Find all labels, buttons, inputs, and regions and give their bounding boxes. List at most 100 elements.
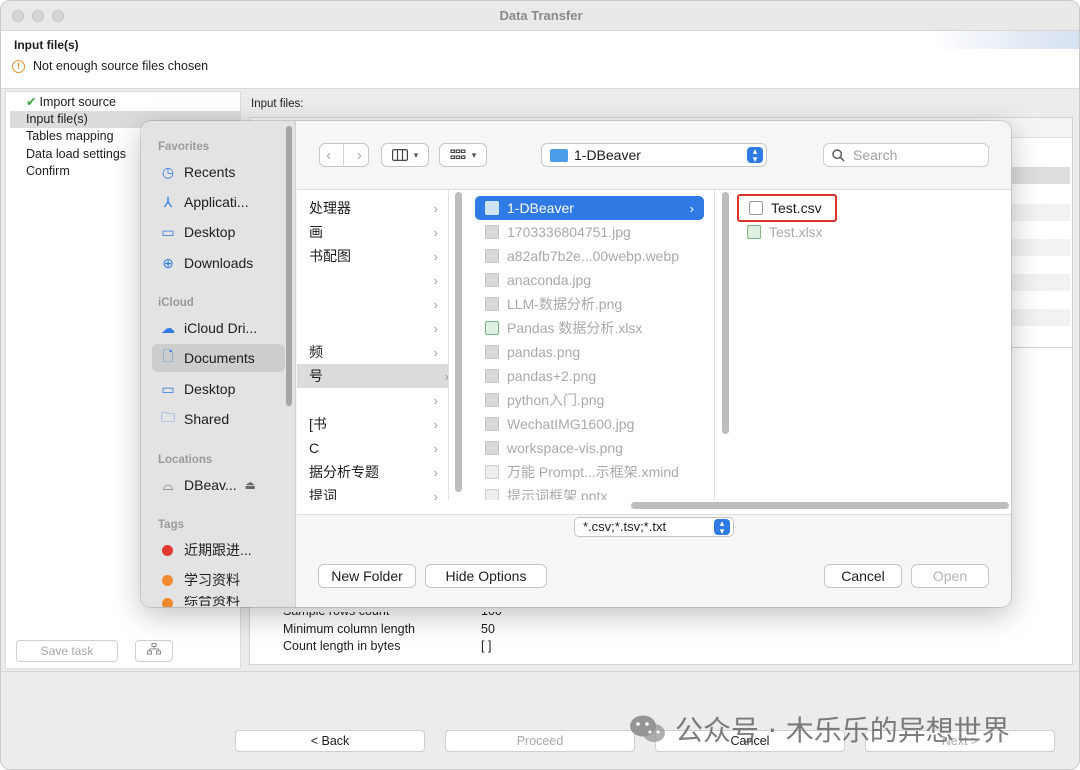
save-task-button[interactable]: Save task: [16, 640, 118, 662]
sidebar-tag[interactable]: 学习资料: [152, 566, 285, 594]
folder-name: 处理器: [309, 200, 351, 216]
folder-list-item[interactable]: 频 ›: [297, 340, 448, 364]
folder-list-item[interactable]: [书 ›: [297, 412, 448, 436]
dialog-cancel-button[interactable]: Cancel: [824, 564, 902, 588]
wechat-logo-icon: [629, 714, 667, 744]
folder-list-item[interactable]: C ›: [297, 436, 448, 460]
file-list-item[interactable]: 1703336804751.jpg: [465, 220, 714, 244]
file-list-item[interactable]: WechatIMG1600.jpg: [465, 412, 714, 436]
file-name: pandas.png: [507, 344, 581, 360]
chevron-right-icon: ›: [433, 392, 438, 408]
watermark: 公众号 · 木乐乐的异想世界: [629, 709, 1010, 749]
column-2-scrollbar[interactable]: [722, 192, 729, 434]
image-file-icon: [485, 393, 499, 407]
tree-icon: [147, 643, 161, 655]
icloud-heading: iCloud: [158, 297, 194, 309]
chevron-left-icon[interactable]: ‹: [326, 147, 331, 164]
folder-list-item[interactable]: ›: [297, 292, 448, 316]
file-list-item[interactable]: 万能 Prompt...示框架.xmind: [465, 460, 714, 484]
new-folder-button[interactable]: New Folder: [318, 564, 416, 588]
up-down-chevron-icon: ▴ ▾: [747, 147, 763, 164]
eject-icon[interactable]: ⏏: [245, 478, 256, 492]
open-button[interactable]: Open: [911, 564, 989, 588]
sidebar-tag[interactable]: 综合资料: [152, 596, 285, 607]
file-list-item[interactable]: workspace-vis.png: [465, 436, 714, 460]
sidebar-item-recents[interactable]: ◷ Recents: [152, 158, 285, 186]
table-row[interactable]: [1012, 204, 1070, 221]
red-tag-icon: [162, 544, 173, 556]
sidebar-item-applications[interactable]: ⅄ Applicati...: [152, 188, 285, 216]
back-forward-buttons[interactable]: ‹ ›: [319, 143, 369, 167]
search-field[interactable]: Search: [823, 143, 989, 167]
file-list-item[interactable]: anaconda.jpg: [465, 268, 714, 292]
column-1-scrollbar[interactable]: [455, 192, 462, 492]
group-by-button[interactable]: ▾: [439, 143, 487, 167]
setting-value[interactable]: 50: [481, 622, 495, 636]
file-list-item[interactable]: 提示词框架.pptx: [465, 484, 714, 500]
step-import-source[interactable]: ✔ Import source: [24, 94, 116, 111]
file-list-item[interactable]: pandas+2.png: [465, 364, 714, 388]
data-transfer-window: Data Transfer Input file(s) ! Not enough…: [0, 0, 1080, 770]
table-row[interactable]: [1012, 309, 1070, 326]
folder-name: 书配图: [309, 248, 351, 264]
sidebar-item-desktop[interactable]: ▭ Desktop: [152, 218, 285, 246]
folder-list-item[interactable]: 书配图 ›: [297, 244, 448, 268]
sidebar-item-downloads[interactable]: ⊕ Downloads: [152, 249, 285, 277]
task-config-button[interactable]: [135, 640, 173, 662]
path-popup[interactable]: 1-DBeaver ▴ ▾: [541, 143, 767, 167]
folder-name: 号: [309, 368, 323, 384]
table-row[interactable]: [1012, 239, 1070, 256]
sidebar-item-icloud-drive[interactable]: ☁ iCloud Dri...: [152, 314, 285, 342]
folder-list-item[interactable]: 号 ›: [297, 364, 448, 388]
sidebar-scrollbar[interactable]: [286, 126, 292, 406]
folder-list-item[interactable]: 处理器 ›: [297, 196, 448, 220]
folder-list-item[interactable]: 1-DBeaver ›: [475, 196, 704, 220]
sidebar-item-documents[interactable]: 🗋 Documents: [152, 344, 285, 372]
setting-checkbox[interactable]: [ ]: [481, 639, 491, 653]
step-tables-mapping[interactable]: Tables mapping: [24, 128, 114, 145]
hide-options-button[interactable]: Hide Options: [425, 564, 547, 588]
view-mode-button[interactable]: ▾: [381, 143, 429, 167]
file-name: LLM-数据分析.png: [507, 296, 623, 312]
table-row[interactable]: [1012, 274, 1070, 291]
step-confirm[interactable]: Confirm: [24, 163, 70, 180]
file-list-item[interactable]: Test.csv: [737, 194, 837, 222]
file-list-item[interactable]: pandas.png: [465, 340, 714, 364]
sidebar-item-icloud-desktop[interactable]: ▭ Desktop: [152, 375, 285, 403]
folder-list-item[interactable]: ›: [297, 316, 448, 340]
table-row[interactable]: [1012, 167, 1070, 184]
folder-list-item[interactable]: ›: [297, 388, 448, 412]
file-name: anaconda.jpg: [507, 272, 592, 288]
image-file-icon: [485, 273, 499, 287]
back-button[interactable]: < Back: [235, 730, 425, 752]
chevron-right-icon: ›: [433, 464, 438, 480]
file-list-item[interactable]: LLM-数据分析.png: [465, 292, 714, 316]
clock-icon: ◷: [161, 163, 175, 180]
folder-list-item[interactable]: 画 ›: [297, 220, 448, 244]
file-list-item[interactable]: Pandas 数据分析.xlsx: [465, 316, 714, 340]
proceed-button[interactable]: Proceed: [445, 730, 635, 752]
folder-list-item[interactable]: 提词 ›: [297, 484, 448, 500]
document-icon: 🗋: [162, 348, 174, 364]
file-list-item[interactable]: a82afb7b2e...00webp.webp: [465, 244, 714, 268]
orange-tag-icon: [162, 598, 173, 607]
image-file-icon: [485, 249, 499, 263]
file-list-item[interactable]: Test.xlsx: [731, 220, 1011, 244]
file-type-filter[interactable]: *.csv;*.tsv;*.txt ▴ ▾: [574, 517, 734, 537]
image-file-icon: [485, 441, 499, 455]
browser-column-3: Test.csv Test.xlsx: [731, 190, 1011, 500]
header-banner: [931, 31, 1079, 49]
step-data-load-settings[interactable]: Data load settings: [24, 146, 126, 163]
sidebar-tag[interactable]: 近期跟进...: [152, 536, 285, 564]
folder-list-item[interactable]: 据分析专题 ›: [297, 460, 448, 484]
sidebar-item-dbeaver-volume[interactable]: ⌓ DBeav... ⏏: [152, 471, 285, 499]
sidebar-item-shared[interactable]: 🗀 Shared: [152, 405, 285, 433]
chevron-right-icon: ›: [689, 200, 694, 216]
check-icon: ✔: [26, 95, 37, 109]
chevron-right-icon[interactable]: ›: [357, 147, 362, 164]
folder-list-item[interactable]: ›: [297, 268, 448, 292]
orange-tag-icon: [162, 574, 173, 586]
file-list-item[interactable]: python入门.png: [465, 388, 714, 412]
up-down-chevron-icon: ▴ ▾: [714, 519, 730, 536]
horizontal-scrollbar[interactable]: [631, 502, 1009, 509]
